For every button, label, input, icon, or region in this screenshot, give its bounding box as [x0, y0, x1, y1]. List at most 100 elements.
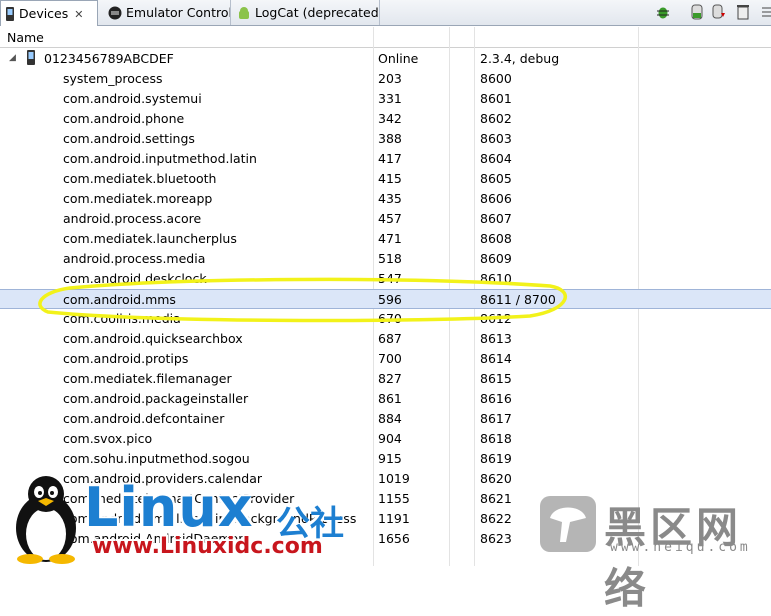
table-row[interactable]: com.android.inputmethod.latin 417 8604 — [0, 149, 771, 169]
process-name: com.android.inputmethod.latin — [63, 151, 257, 166]
process-pid: 1191 — [378, 511, 410, 526]
process-name: android.process.media — [63, 251, 206, 266]
process-pid: 687 — [378, 331, 402, 346]
process-name: com.android.packageinstaller — [63, 391, 249, 406]
process-port: 8614 — [480, 351, 512, 366]
table-row[interactable]: com.mediatek.moreapp 435 8606 — [0, 189, 771, 209]
process-port: 8606 — [480, 191, 512, 206]
process-port: 8605 — [480, 171, 512, 186]
process-pid: 435 — [378, 191, 402, 206]
table-row[interactable]: com.mediatek.bluetooth 415 8605 — [0, 169, 771, 189]
table-row[interactable]: android.process.acore 457 8607 — [0, 209, 771, 229]
process-port: 8615 — [480, 371, 512, 386]
tab-emulator-control[interactable]: Emulator Control — [104, 0, 231, 25]
table-row[interactable]: com.android.systemui 331 8601 — [0, 89, 771, 109]
device-row[interactable]: ◢ 0123456789ABCDEF Online 2.3.4, debug — [0, 49, 771, 69]
expand-arrow-icon[interactable]: ◢ — [9, 53, 16, 63]
tab-logcat[interactable]: LogCat (deprecated) — [233, 0, 380, 25]
process-port: 8609 — [480, 251, 512, 266]
process-pid: 331 — [378, 91, 402, 106]
tab-devices[interactable]: Devices ✕ — [0, 0, 98, 26]
highlight-circle — [38, 277, 567, 323]
process-pid: 700 — [378, 351, 402, 366]
process-name: com.android.systemui — [63, 91, 202, 106]
process-name: com.android.defcontainer — [63, 411, 225, 426]
process-port: 8621 — [480, 491, 512, 506]
device-state: Online — [378, 51, 419, 66]
process-name: com.svox.pico — [63, 431, 153, 446]
table-row[interactable]: com.android.protips 700 8614 — [0, 349, 771, 369]
table-row[interactable]: com.mediatek.filemanager 827 8615 — [0, 369, 771, 389]
heiqu-logo-icon — [540, 496, 596, 555]
heiqu-watermark: 黑区网络 — [604, 503, 743, 613]
table-row[interactable]: com.android.quicksearchbox 687 8613 — [0, 329, 771, 349]
linux-watermark: Linux — [84, 476, 254, 539]
cause-gc-icon[interactable] — [736, 4, 750, 20]
linux-penguin-logo — [6, 470, 86, 567]
tab-emulator-control-label: Emulator Control — [126, 5, 231, 20]
table-row[interactable]: com.android.packageinstaller 861 8616 — [0, 389, 771, 409]
process-pid: 203 — [378, 71, 402, 86]
process-port: 8600 — [480, 71, 512, 86]
table-row[interactable]: com.android.settings 388 8603 — [0, 129, 771, 149]
process-name: com.sohu.inputmethod.sogou — [63, 451, 250, 466]
process-name: com.android.quicksearchbox — [63, 331, 243, 346]
process-pid: 518 — [378, 251, 402, 266]
view-tab-bar: Devices ✕ Emulator Control LogCat (deprec… — [0, 0, 771, 26]
process-port: 8607 — [480, 211, 512, 226]
process-port: 8622 — [480, 511, 512, 526]
process-name: com.mediatek.bluetooth — [63, 171, 217, 186]
table-row[interactable]: android.process.media 518 8609 — [0, 249, 771, 269]
column-name-header[interactable]: Name — [7, 30, 44, 45]
process-name: com.mediatek.launcherplus — [63, 231, 237, 246]
update-heap-icon[interactable] — [690, 4, 704, 20]
linuxidc-url-watermark: www.Linuxidc.com — [92, 534, 323, 559]
table-row[interactable]: com.svox.pico 904 8618 — [0, 429, 771, 449]
phone-icon — [26, 50, 36, 68]
emulator-icon — [108, 6, 122, 23]
heiqu-url-watermark: www.heiqu.com — [610, 540, 751, 555]
process-name: android.process.acore — [63, 211, 202, 226]
table-row[interactable]: com.android.phone 342 8602 — [0, 109, 771, 129]
process-pid: 471 — [378, 231, 402, 246]
debug-icon[interactable] — [656, 4, 670, 20]
process-pid: 884 — [378, 411, 402, 426]
process-port: 8601 — [480, 91, 512, 106]
process-port: 8618 — [480, 431, 512, 446]
dump-hprof-icon[interactable] — [712, 4, 726, 20]
process-pid: 915 — [378, 451, 402, 466]
process-port: 8603 — [480, 131, 512, 146]
process-pid: 1155 — [378, 491, 410, 506]
process-name: com.android.protips — [63, 351, 189, 366]
process-pid: 827 — [378, 371, 402, 386]
process-pid: 861 — [378, 391, 402, 406]
phone-icon — [5, 7, 15, 24]
process-port: 8616 — [480, 391, 512, 406]
process-pid: 342 — [378, 111, 402, 126]
process-pid: 457 — [378, 211, 402, 226]
process-name: com.mediatek.moreapp — [63, 191, 213, 206]
process-port: 8613 — [480, 331, 512, 346]
process-name: com.android.phone — [63, 111, 185, 126]
android-icon — [237, 6, 251, 23]
table-row[interactable]: system_process 203 8600 — [0, 69, 771, 89]
process-port: 8623 — [480, 531, 512, 546]
process-port: 8604 — [480, 151, 512, 166]
process-port: 8617 — [480, 411, 512, 426]
close-icon[interactable]: ✕ — [74, 8, 83, 21]
process-pid: 388 — [378, 131, 402, 146]
table-row[interactable]: com.android.defcontainer 884 8617 — [0, 409, 771, 429]
process-name: com.mediatek.filemanager — [63, 371, 232, 386]
table-row[interactable]: com.mediatek.launcherplus 471 8608 — [0, 229, 771, 249]
device-serial: 0123456789ABCDEF — [44, 51, 174, 66]
tab-devices-label: Devices — [19, 6, 69, 21]
process-pid: 904 — [378, 431, 402, 446]
process-port: 8620 — [480, 471, 512, 486]
table-row[interactable]: com.sohu.inputmethod.sogou 915 8619 — [0, 449, 771, 469]
process-port: 8619 — [480, 451, 512, 466]
process-port: 8608 — [480, 231, 512, 246]
process-port: 8602 — [480, 111, 512, 126]
table-header: Name — [0, 27, 771, 48]
tab-logcat-label: LogCat (deprecated) — [255, 5, 380, 20]
update-threads-icon[interactable] — [760, 4, 771, 20]
